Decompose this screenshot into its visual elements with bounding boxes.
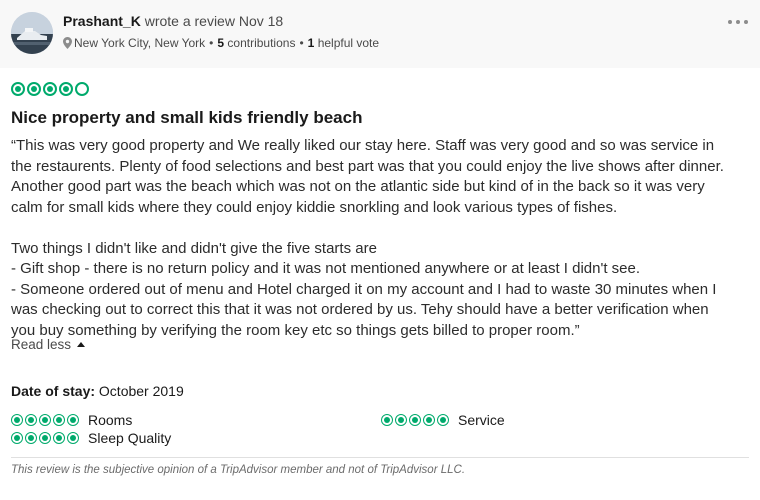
dot [744,20,748,24]
sub-rating-label: Rooms [88,412,133,428]
review-paragraph-1: “This was very good property and We real… [11,136,751,218]
helpful-count: 1 [307,36,315,50]
review-body: “This was very good property and We real… [11,136,751,341]
rating-bubble-filled [25,432,37,444]
review-rating-bubbles [11,82,89,96]
more-options-icon[interactable] [728,14,748,30]
review-text-line: calm for small kids where they could enj… [11,198,618,216]
review-text-line: - Gift shop - there is no return policy … [11,260,641,277]
review-text-line: - Someone ordered out of menu and Hotel … [11,280,717,298]
dot [736,20,740,24]
sub-rating-bubbles [11,432,79,444]
sub-rating-label: Service [458,412,505,428]
review-title[interactable]: Nice property and small kids friendly be… [11,108,362,128]
meta-separator: • [299,36,304,50]
review-text-line: “This was very good property and We real… [11,137,715,154]
review-disclaimer: This review is the subjective opinion of… [11,464,466,476]
rating-bubble-filled [53,432,65,444]
review-text-line: the restaurents. Plenty of food selectio… [11,157,724,175]
review-text-line: you buy something by verifying the room … [11,321,580,339]
divider [11,457,749,458]
sub-rating-bubbles [381,414,449,426]
review-paragraph-2: Two things I didn't like and didn't give… [11,239,751,342]
rating-bubble-filled [381,414,393,426]
date-of-stay-label: Date of stay: [11,383,96,399]
rating-bubble-filled [43,82,57,96]
sub-rating-bubbles [11,414,79,426]
review-text-line: Another good part was the beach which wa… [11,178,705,195]
rating-bubble-empty [75,82,89,96]
rating-bubble-filled [25,414,37,426]
rating-bubble-filled [59,82,73,96]
rating-bubble-filled [423,414,435,426]
review-date-text: wrote a review Nov 18 [144,13,284,29]
dot [728,20,732,24]
meta-separator: • [209,36,214,50]
sub-rating-rooms: Rooms [11,412,132,428]
date-of-stay: Date of stay: October 2019 [11,383,184,399]
avatar[interactable] [11,12,53,54]
sub-rating-label: Sleep Quality [88,430,172,446]
rating-bubble-filled [39,414,51,426]
rating-bubble-filled [39,432,51,444]
rating-bubble-filled [27,82,41,96]
author-name-link[interactable]: Prashant_K [63,13,141,29]
date-of-stay-value: October 2019 [98,383,184,399]
sub-rating-service: Service [381,412,505,428]
rating-bubble-filled [11,414,23,426]
author-location: New York City, New York [74,36,206,50]
read-less-button[interactable]: Read less [11,337,86,352]
read-less-label: Read less [11,337,72,352]
author-line: Prashant_K wrote a review Nov 18 [63,13,283,29]
review-text-line: Two things I didn't like and didn't give… [11,239,377,257]
contributions-label: contributions [227,36,296,50]
rating-bubble-filled [53,414,65,426]
sub-rating-sleep-quality: Sleep Quality [11,430,171,446]
helpful-label: helpful vote [317,36,380,50]
rating-bubble-filled [409,414,421,426]
rating-bubble-filled [11,432,23,444]
rating-bubble-filled [67,432,79,444]
rating-bubble-filled [395,414,407,426]
caret-up-icon [77,342,86,347]
rating-bubble-filled [437,414,449,426]
avatar-photo [11,12,53,54]
rating-bubble-filled [11,82,25,96]
review-header: Prashant_K wrote a review Nov 18 New Yor… [0,0,760,68]
review-text-line: was checking out to correct this that it… [11,301,709,318]
contributions-count: 5 [217,36,225,50]
rating-bubble-filled [67,414,79,426]
author-meta: New York City, New York • 5 contribution… [63,36,379,50]
map-pin-icon [63,37,72,49]
